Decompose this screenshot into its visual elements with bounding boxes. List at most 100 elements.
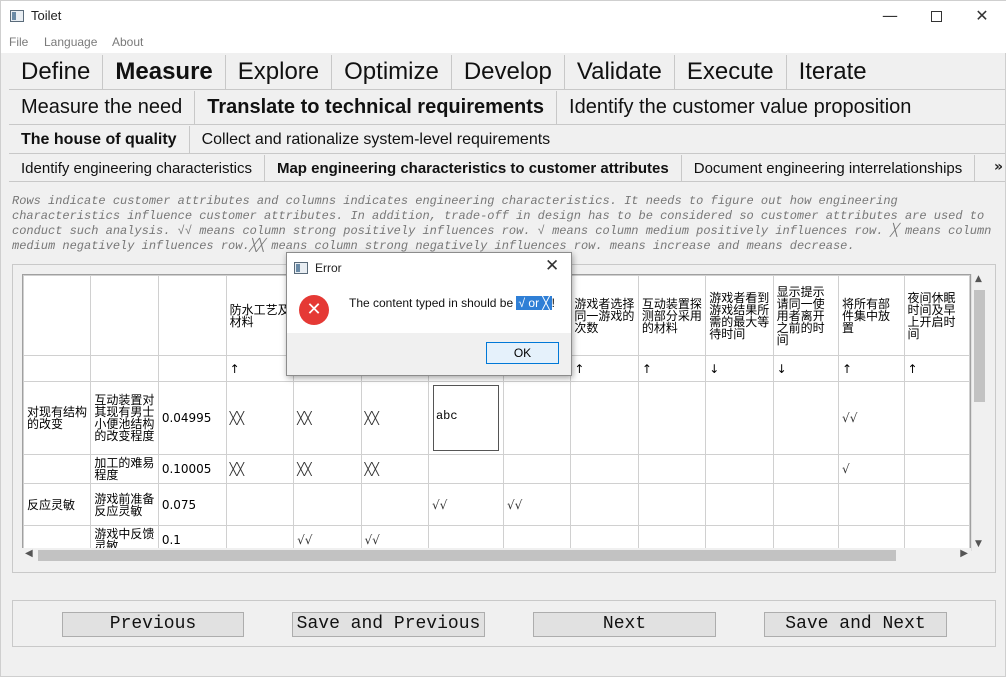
horizontal-scroll-thumb[interactable] [38, 550, 896, 561]
tab-execute[interactable]: Execute [675, 55, 787, 89]
tab-collect-requirements[interactable]: Collect and rationalize system-level req… [190, 126, 563, 153]
column-header[interactable]: 将所有部件集中放置 [838, 275, 905, 356]
relationship-cell[interactable] [427, 454, 504, 484]
vertical-scroll-thumb[interactable] [974, 290, 985, 402]
editing-cell[interactable]: abc [427, 381, 504, 455]
relationship-cell[interactable] [637, 483, 707, 526]
relationship-cell[interactable]: ╳╳ [225, 454, 295, 484]
scroll-left-icon[interactable]: ◀ [25, 548, 33, 559]
tab-iterate[interactable]: Iterate [787, 55, 879, 89]
column-header[interactable] [90, 275, 159, 356]
relationship-cell[interactable] [637, 454, 707, 484]
tab-customer-value[interactable]: Identify the customer value proposition [557, 91, 923, 124]
relationship-cell[interactable] [502, 381, 572, 455]
tab-develop[interactable]: Develop [452, 55, 565, 89]
tab-optimize[interactable]: Optimize [332, 55, 452, 89]
next-button[interactable]: Next [533, 612, 716, 637]
tab-validate[interactable]: Validate [565, 55, 675, 89]
direction-cell[interactable]: ↓ [772, 355, 840, 382]
attribute-cell[interactable]: 加工的难易程度 [90, 454, 159, 484]
tab-define[interactable]: Define [9, 55, 104, 89]
weight-cell[interactable]: 0.04995 [157, 381, 227, 455]
relationship-cell[interactable] [705, 483, 774, 526]
direction-cell[interactable] [23, 355, 92, 382]
menu-language[interactable]: Language [44, 35, 97, 49]
minimize-button[interactable]: — [867, 1, 913, 32]
tab-translate-requirements[interactable]: Translate to technical requirements [195, 91, 558, 124]
vertical-scrollbar[interactable]: ▲ ▼ [971, 274, 986, 551]
relationship-cell[interactable]: ╳╳ [360, 381, 429, 455]
tab-map-engineering[interactable]: Map engineering characteristics to custo… [265, 155, 682, 181]
relationship-cell[interactable] [360, 483, 429, 526]
relationship-cell[interactable]: √√ [427, 483, 504, 526]
relationship-cell[interactable] [705, 381, 774, 455]
relationship-cell[interactable] [903, 381, 970, 455]
tab-house-of-quality[interactable]: The house of quality [9, 126, 190, 153]
relationship-cell[interactable] [772, 381, 840, 455]
column-header[interactable]: 互动装置探测部分采用的材料 [637, 275, 707, 356]
relationship-cell[interactable] [570, 483, 639, 526]
relationship-cell[interactable] [903, 483, 970, 526]
scroll-up-icon[interactable]: ▲ [975, 274, 982, 284]
tab-measure[interactable]: Measure [103, 55, 226, 89]
direction-cell[interactable]: ↑ [225, 355, 295, 382]
category-cell[interactable]: 反应灵敏 [23, 483, 92, 526]
relationship-cell[interactable]: √ [838, 454, 905, 484]
menu-about[interactable]: About [112, 35, 143, 49]
relationship-cell[interactable]: √√ [838, 381, 905, 455]
relationship-cell[interactable] [838, 483, 905, 526]
previous-button[interactable]: Previous [62, 612, 244, 637]
attribute-cell[interactable]: 互动装置对其现有男士小便池结构的改变程度 [90, 381, 159, 455]
column-header[interactable]: 防水工艺及材料 [225, 275, 295, 356]
relationship-cell[interactable] [637, 381, 707, 455]
relationship-cell[interactable]: ╳╳ [360, 454, 429, 484]
relationship-cell[interactable]: ╳╳ [225, 381, 295, 455]
column-header[interactable] [23, 275, 92, 356]
direction-cell[interactable]: ↓ [705, 355, 774, 382]
scroll-down-icon[interactable]: ▼ [975, 539, 982, 549]
direction-cell[interactable] [157, 355, 227, 382]
relationship-cell[interactable] [225, 483, 295, 526]
column-header[interactable] [157, 275, 227, 356]
dialog-close-icon[interactable]: ✕ [545, 256, 559, 276]
direction-cell[interactable]: ↑ [903, 355, 970, 382]
cell-editor-input[interactable]: abc [432, 385, 499, 451]
relationship-cell[interactable]: ╳╳ [293, 454, 362, 484]
column-header[interactable]: 显示提示请同一使用者离开之前的时间 [772, 275, 840, 356]
save-and-next-button[interactable]: Save and Next [764, 612, 947, 637]
maximize-button[interactable] [913, 1, 959, 32]
weight-cell[interactable]: 0.10005 [157, 454, 227, 484]
scroll-right-icon[interactable]: ▶ [960, 548, 968, 559]
direction-cell[interactable]: ↑ [637, 355, 707, 382]
relationship-cell[interactable] [705, 454, 774, 484]
relationship-cell[interactable] [903, 454, 970, 484]
tabs-more-icon[interactable]: » [994, 159, 1003, 175]
relationship-cell[interactable] [570, 454, 639, 484]
attribute-cell[interactable]: 游戏前准备反应灵敏 [90, 483, 159, 526]
category-cell[interactable] [23, 454, 92, 484]
relationship-cell[interactable] [502, 454, 572, 484]
relationship-cell[interactable] [293, 483, 362, 526]
weight-cell[interactable]: 0.075 [157, 483, 227, 526]
category-cell[interactable]: 对现有结构的改变 [23, 381, 92, 455]
ok-button[interactable]: OK [486, 342, 559, 364]
relationship-cell[interactable] [772, 454, 840, 484]
column-header[interactable]: 游戏者选择同一游戏的次数 [570, 275, 639, 356]
menu-file[interactable]: File [9, 35, 28, 49]
relationship-cell[interactable]: √√ [502, 483, 572, 526]
close-button[interactable]: ✕ [959, 1, 1005, 32]
direction-cell[interactable]: ↑ [570, 355, 639, 382]
direction-cell[interactable] [90, 355, 159, 382]
tab-explore[interactable]: Explore [226, 55, 333, 89]
tab-identify-engineering[interactable]: Identify engineering characteristics [9, 155, 265, 181]
relationship-cell[interactable] [570, 381, 639, 455]
tab-document-engineering[interactable]: Document engineering interrelationships [682, 155, 976, 181]
save-and-previous-button[interactable]: Save and Previous [292, 612, 485, 637]
tab-measure-the-need[interactable]: Measure the need [9, 91, 196, 124]
column-header[interactable]: 夜间休眠时间及早上开启时间 [903, 275, 970, 356]
column-header[interactable]: 游戏者看到游戏结果所需的最大等待时间 [705, 275, 774, 356]
relationship-cell[interactable]: ╳╳ [293, 381, 362, 455]
direction-cell[interactable]: ↑ [838, 355, 905, 382]
relationship-cell[interactable] [772, 483, 840, 526]
horizontal-scrollbar[interactable]: ◀ ▶ [22, 548, 971, 563]
